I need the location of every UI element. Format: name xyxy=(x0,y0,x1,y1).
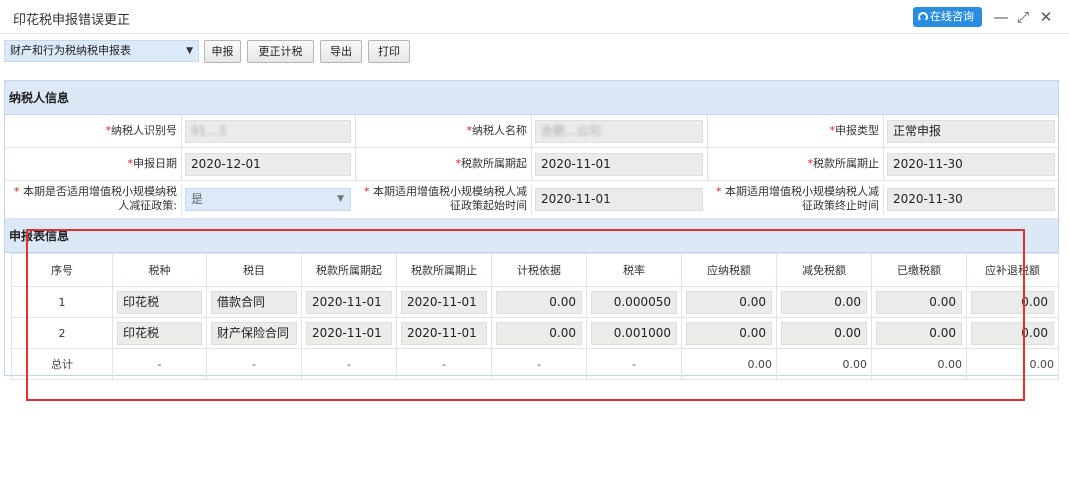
total-payable: 0.00 xyxy=(681,348,777,380)
period-end-cell: 2020-11-01 xyxy=(401,290,487,314)
policy-end-label: * 本期适用增值税小规模纳税人减征政策终止时间 xyxy=(707,185,884,215)
taxpayer-name-label: *纳税人名称 xyxy=(355,115,532,147)
tax-basis-cell: 0.00 xyxy=(496,321,582,345)
column-header: 税种 xyxy=(112,253,207,287)
form-panel: 纳税人信息 *纳税人识别号 91…3 *纳税人名称 合肥…公司 *申报类型 正常… xyxy=(4,80,1059,380)
taxpayer-name-field: 合肥…公司 xyxy=(535,120,703,143)
taxpayer-row-3: * 本期是否适用增值税小规模纳税人减征政策: 是 ▼ * 本期适用增值税小规模纳税… xyxy=(5,181,1058,219)
table-row: 2 印花税 财产保险合同 2020-11-01 2020-11-01 0.00 … xyxy=(11,317,1059,349)
row-number: 2 xyxy=(11,317,113,349)
column-header: 应补退税额 xyxy=(966,253,1059,287)
total-due: 0.00 xyxy=(966,348,1059,380)
period-start-field: 2020-11-01 xyxy=(535,153,703,176)
tax-basis-cell: 0.00 xyxy=(496,290,582,314)
total-cell: - xyxy=(396,348,492,380)
tax-type-cell: 印花税 xyxy=(117,321,202,345)
table-header-row: 序号 税种 税目 税款所属期起 税款所属期止 计税依据 税率 应纳税额 减免税额… xyxy=(11,253,1059,287)
declare-button[interactable]: 申报 xyxy=(204,40,241,63)
column-header: 应纳税额 xyxy=(681,253,777,287)
taxpayer-row-2: *申报日期 2020-12-01 *税款所属期起 2020-11-01 *税款所… xyxy=(5,148,1058,181)
declare-type-field: 正常申报 xyxy=(887,120,1055,143)
tax-payable-cell: 0.00 xyxy=(686,290,772,314)
declaration-section-header: 申报表信息 xyxy=(5,219,1058,253)
tax-payable-cell: 0.00 xyxy=(686,321,772,345)
correct-tax-button[interactable]: 更正计税 xyxy=(247,40,314,63)
declare-date-field: 2020-12-01 xyxy=(185,153,351,176)
period-start-cell: 2020-11-01 xyxy=(306,321,392,345)
reduction-policy-select[interactable]: 是 ▼ xyxy=(185,188,351,211)
tax-paid-cell: 0.00 xyxy=(876,321,962,345)
column-header: 税率 xyxy=(586,253,682,287)
declare-date-label: *申报日期 xyxy=(5,148,182,180)
total-reduction: 0.00 xyxy=(776,348,872,380)
reduction-policy-label: * 本期是否适用增值税小规模纳税人减征政策: xyxy=(5,185,182,215)
period-end-field: 2020-11-30 xyxy=(887,153,1055,176)
period-end-cell: 2020-11-01 xyxy=(401,321,487,345)
total-cell: - xyxy=(206,348,302,380)
tax-rate-cell: 0.000050 xyxy=(591,290,677,314)
tax-type-cell: 印花税 xyxy=(117,290,202,314)
title-bar: 印花税申报错误更正 在线咨询 — ⤢ ✕ xyxy=(0,0,1069,34)
column-header: 已缴税额 xyxy=(871,253,967,287)
total-cell: - xyxy=(491,348,587,380)
period-start-label: *税款所属期起 xyxy=(355,148,532,180)
export-button[interactable]: 导出 xyxy=(320,40,362,63)
headset-icon xyxy=(918,12,928,22)
total-cell: - xyxy=(586,348,682,380)
policy-start-field: 2020-11-01 xyxy=(535,188,703,211)
form-type-select[interactable]: 财产和行为税纳税申报表 ▼ xyxy=(4,40,199,62)
total-row: 总计 - - - - - - 0.00 0.00 0.00 0.00 xyxy=(11,348,1059,380)
tax-reduction-cell: 0.00 xyxy=(781,321,867,345)
minimize-icon[interactable]: — xyxy=(992,8,1010,26)
taxpayer-section-header: 纳税人信息 xyxy=(5,81,1058,115)
row-number: 1 xyxy=(11,286,113,318)
column-header: 减免税额 xyxy=(776,253,872,287)
tax-item-cell: 借款合同 xyxy=(211,290,297,314)
column-header: 税款所属期起 xyxy=(301,253,397,287)
taxpayer-id-field: 91…3 xyxy=(185,120,351,143)
table-row: 1 印花税 借款合同 2020-11-01 2020-11-01 0.00 0.… xyxy=(11,286,1059,318)
window-title: 印花税申报错误更正 xyxy=(13,13,131,28)
toolbar: 财产和行为税纳税申报表 ▼ 申报 更正计税 导出 打印 xyxy=(0,38,1069,68)
policy-end-field: 2020-11-30 xyxy=(887,188,1055,211)
column-header: 计税依据 xyxy=(491,253,587,287)
declare-type-label: *申报类型 xyxy=(707,115,884,147)
taxpayer-row-1: *纳税人识别号 91…3 *纳税人名称 合肥…公司 *申报类型 正常申报 xyxy=(5,115,1058,148)
column-header: 税款所属期止 xyxy=(396,253,492,287)
close-icon[interactable]: ✕ xyxy=(1037,8,1055,26)
dialog-window: 印花税申报错误更正 在线咨询 — ⤢ ✕ 财产和行为税纳税申报表 ▼ 申报 更正… xyxy=(0,0,1069,488)
total-cell: - xyxy=(112,348,207,380)
form-type-value: 财产和行为税纳税申报表 xyxy=(10,44,131,57)
tax-due-cell: 0.00 xyxy=(971,290,1054,314)
period-start-cell: 2020-11-01 xyxy=(306,290,392,314)
total-paid: 0.00 xyxy=(871,348,967,380)
dropdown-caret-icon: ▼ xyxy=(337,194,344,204)
online-consult-button[interactable]: 在线咨询 xyxy=(913,7,982,27)
taxpayer-id-label: *纳税人识别号 xyxy=(5,115,182,147)
policy-start-label: * 本期适用增值税小规模纳税人减征政策起始时间 xyxy=(355,185,532,215)
total-label: 总计 xyxy=(11,348,113,380)
tax-rate-cell: 0.001000 xyxy=(591,321,677,345)
online-consult-label: 在线咨询 xyxy=(930,10,974,23)
period-end-label: *税款所属期止 xyxy=(707,148,884,180)
print-button[interactable]: 打印 xyxy=(368,40,410,63)
column-header: 序号 xyxy=(11,253,113,287)
dropdown-caret-icon: ▼ xyxy=(186,46,193,56)
column-header: 税目 xyxy=(206,253,302,287)
maximize-icon[interactable]: ⤢ xyxy=(1014,8,1032,26)
total-cell: - xyxy=(301,348,397,380)
tax-reduction-cell: 0.00 xyxy=(781,290,867,314)
tax-due-cell: 0.00 xyxy=(971,321,1054,345)
tax-paid-cell: 0.00 xyxy=(876,290,962,314)
tax-item-cell: 财产保险合同 xyxy=(211,321,297,345)
declaration-table: 序号 税种 税目 税款所属期起 税款所属期止 计税依据 税率 应纳税额 减免税额… xyxy=(11,253,1059,380)
